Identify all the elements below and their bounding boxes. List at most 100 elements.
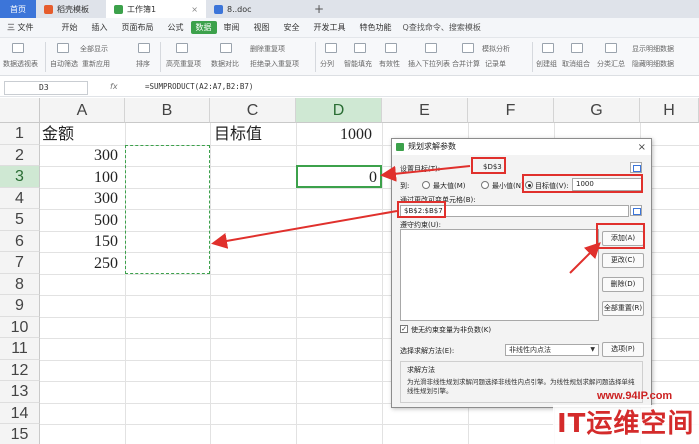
ribbon-consolidate[interactable]: 合并计算 bbox=[452, 59, 480, 69]
radio-min[interactable] bbox=[481, 181, 489, 189]
cell-a5[interactable]: 500 bbox=[94, 210, 118, 231]
cell-a7[interactable]: 250 bbox=[94, 253, 118, 274]
fx-icon[interactable]: fx bbox=[110, 82, 118, 91]
close-tab-icon[interactable]: × bbox=[191, 5, 198, 14]
group-icon[interactable] bbox=[542, 43, 554, 53]
ribbon-record-form[interactable]: 记录单 bbox=[485, 59, 506, 69]
consolidate-icon[interactable] bbox=[462, 43, 474, 53]
data-compare-icon[interactable] bbox=[220, 43, 232, 53]
row-header-4[interactable]: 4 bbox=[0, 187, 40, 209]
nonneg-checkbox[interactable]: ✓ bbox=[400, 325, 408, 333]
row-header-7[interactable]: 7 bbox=[0, 252, 40, 274]
row-header-14[interactable]: 14 bbox=[0, 402, 40, 424]
tab-workbook[interactable]: 工作簿1 × bbox=[106, 0, 206, 18]
row-header-15[interactable]: 15 bbox=[0, 424, 40, 444]
menu-page-layout[interactable]: 页面布局 bbox=[115, 22, 161, 33]
tab-home[interactable]: 首页 bbox=[0, 0, 36, 18]
close-icon[interactable]: × bbox=[638, 140, 646, 156]
column-header-h[interactable]: H bbox=[640, 98, 699, 123]
ungroup-icon[interactable] bbox=[571, 43, 583, 53]
ribbon-show-detail[interactable]: 显示明细数据 bbox=[632, 44, 674, 54]
ribbon-show-all[interactable]: 全部显示 bbox=[80, 44, 108, 54]
new-tab-button[interactable]: + bbox=[306, 0, 332, 18]
cell-a3[interactable]: 100 bbox=[94, 167, 118, 188]
row-header-10[interactable]: 10 bbox=[0, 316, 40, 338]
filter-icon[interactable] bbox=[57, 43, 69, 53]
radio-max[interactable] bbox=[422, 181, 430, 189]
menu-developer[interactable]: 开发工具 bbox=[307, 22, 353, 33]
ribbon-auto-filter[interactable]: 自动筛选 bbox=[50, 59, 78, 69]
ribbon-smart-fill[interactable]: 智能填充 bbox=[344, 59, 372, 69]
sort-icon[interactable] bbox=[138, 43, 150, 53]
options-button[interactable]: 选项(P) bbox=[602, 342, 644, 357]
ribbon-reject-duplicates[interactable]: 拒绝录入重复项 bbox=[250, 59, 299, 69]
ribbon-pivot-table[interactable]: 数据透视表 bbox=[3, 59, 38, 69]
split-column-icon[interactable] bbox=[325, 43, 337, 53]
ribbon-subtotal[interactable]: 分类汇总 bbox=[597, 59, 625, 69]
dropdown-list-icon[interactable] bbox=[425, 43, 437, 53]
highlight-duplicates-icon[interactable] bbox=[176, 43, 188, 53]
ribbon-split-column[interactable]: 分列 bbox=[320, 59, 334, 69]
row-header-6[interactable]: 6 bbox=[0, 230, 40, 252]
column-header-d[interactable]: D bbox=[296, 98, 382, 123]
ribbon-validation[interactable]: 有效性 bbox=[379, 59, 400, 69]
command-search[interactable]: Q查找命令、搜索模板 bbox=[403, 22, 481, 33]
row-header-9[interactable]: 9 bbox=[0, 295, 40, 317]
ribbon-reapply[interactable]: 重新应用 bbox=[82, 59, 110, 69]
column-header-g[interactable]: G bbox=[554, 98, 640, 123]
pivot-table-icon[interactable] bbox=[12, 43, 24, 53]
cell-a6[interactable]: 150 bbox=[94, 231, 118, 252]
delete-constraint-button[interactable]: 删除(D) bbox=[602, 277, 644, 292]
column-header-c[interactable]: C bbox=[210, 98, 296, 123]
cell-d1[interactable]: 1000 bbox=[340, 124, 372, 145]
constraints-list[interactable] bbox=[400, 229, 599, 321]
menu-home[interactable]: 开始 bbox=[55, 22, 85, 33]
row-header-8[interactable]: 8 bbox=[0, 273, 40, 295]
menu-insert[interactable]: 插入 bbox=[85, 22, 115, 33]
cell-c1[interactable]: 目标值 bbox=[214, 124, 262, 145]
menu-view[interactable]: 视图 bbox=[247, 22, 277, 33]
column-header-b[interactable]: B bbox=[125, 98, 210, 123]
ribbon-hide-detail[interactable]: 隐藏明细数据 bbox=[632, 59, 674, 69]
column-header-a[interactable]: A bbox=[40, 98, 125, 123]
row-header-13[interactable]: 13 bbox=[0, 381, 40, 403]
cell-a1[interactable]: 金额 bbox=[42, 124, 74, 145]
menu-file[interactable]: 三 文件 bbox=[0, 22, 41, 33]
ribbon-highlight-duplicates[interactable]: 高亮重复项 bbox=[166, 59, 201, 69]
menu-security[interactable]: 安全 bbox=[277, 22, 307, 33]
reset-all-button[interactable]: 全部重置(R) bbox=[602, 301, 644, 316]
active-cell-d3[interactable] bbox=[296, 165, 382, 188]
smart-fill-icon[interactable] bbox=[354, 43, 366, 53]
row-header-2[interactable]: 2 bbox=[0, 144, 40, 166]
cell-a4[interactable]: 300 bbox=[94, 188, 118, 209]
menu-review[interactable]: 审阅 bbox=[217, 22, 247, 33]
validation-icon[interactable] bbox=[385, 43, 397, 53]
change-constraint-button[interactable]: 更改(C) bbox=[602, 253, 644, 268]
ribbon-group[interactable]: 创建组 bbox=[536, 59, 557, 69]
range-picker-icon[interactable] bbox=[630, 205, 642, 216]
column-header-f[interactable]: F bbox=[468, 98, 554, 123]
menu-features[interactable]: 特色功能 bbox=[353, 22, 399, 33]
ribbon-what-if[interactable]: 模拟分析 bbox=[482, 44, 510, 54]
tab-doc[interactable]: 8..doc bbox=[206, 0, 306, 18]
row-header-1[interactable]: 1 bbox=[0, 123, 40, 145]
ribbon-ungroup[interactable]: 取消组合 bbox=[562, 59, 590, 69]
subtotal-icon[interactable] bbox=[605, 43, 617, 53]
tab-docer[interactable]: 稻壳模板 bbox=[36, 0, 106, 18]
method-select[interactable]: 非线性内点法 ▼ bbox=[505, 344, 599, 356]
name-box[interactable]: D3 bbox=[4, 81, 88, 95]
menu-formulas[interactable]: 公式 bbox=[161, 22, 191, 33]
menu-data[interactable]: 数据 bbox=[190, 21, 217, 34]
ribbon-data-compare[interactable]: 数据对比 bbox=[211, 59, 239, 69]
row-header-5[interactable]: 5 bbox=[0, 209, 40, 231]
row-header-3[interactable]: 3 bbox=[0, 166, 40, 188]
row-header-11[interactable]: 11 bbox=[0, 338, 40, 360]
formula-input[interactable]: =SUMPRODUCT(A2:A7,B2:B7) bbox=[145, 82, 253, 91]
ribbon-insert-dropdown[interactable]: 插入下拉列表 bbox=[408, 59, 450, 69]
range-picker-icon[interactable] bbox=[630, 162, 642, 173]
ribbon-remove-duplicates[interactable]: 删除重复项 bbox=[250, 44, 285, 54]
row-header-12[interactable]: 12 bbox=[0, 359, 40, 381]
cell-a2[interactable]: 300 bbox=[94, 145, 118, 166]
select-all-corner[interactable] bbox=[0, 98, 40, 123]
column-header-e[interactable]: E bbox=[382, 98, 468, 123]
